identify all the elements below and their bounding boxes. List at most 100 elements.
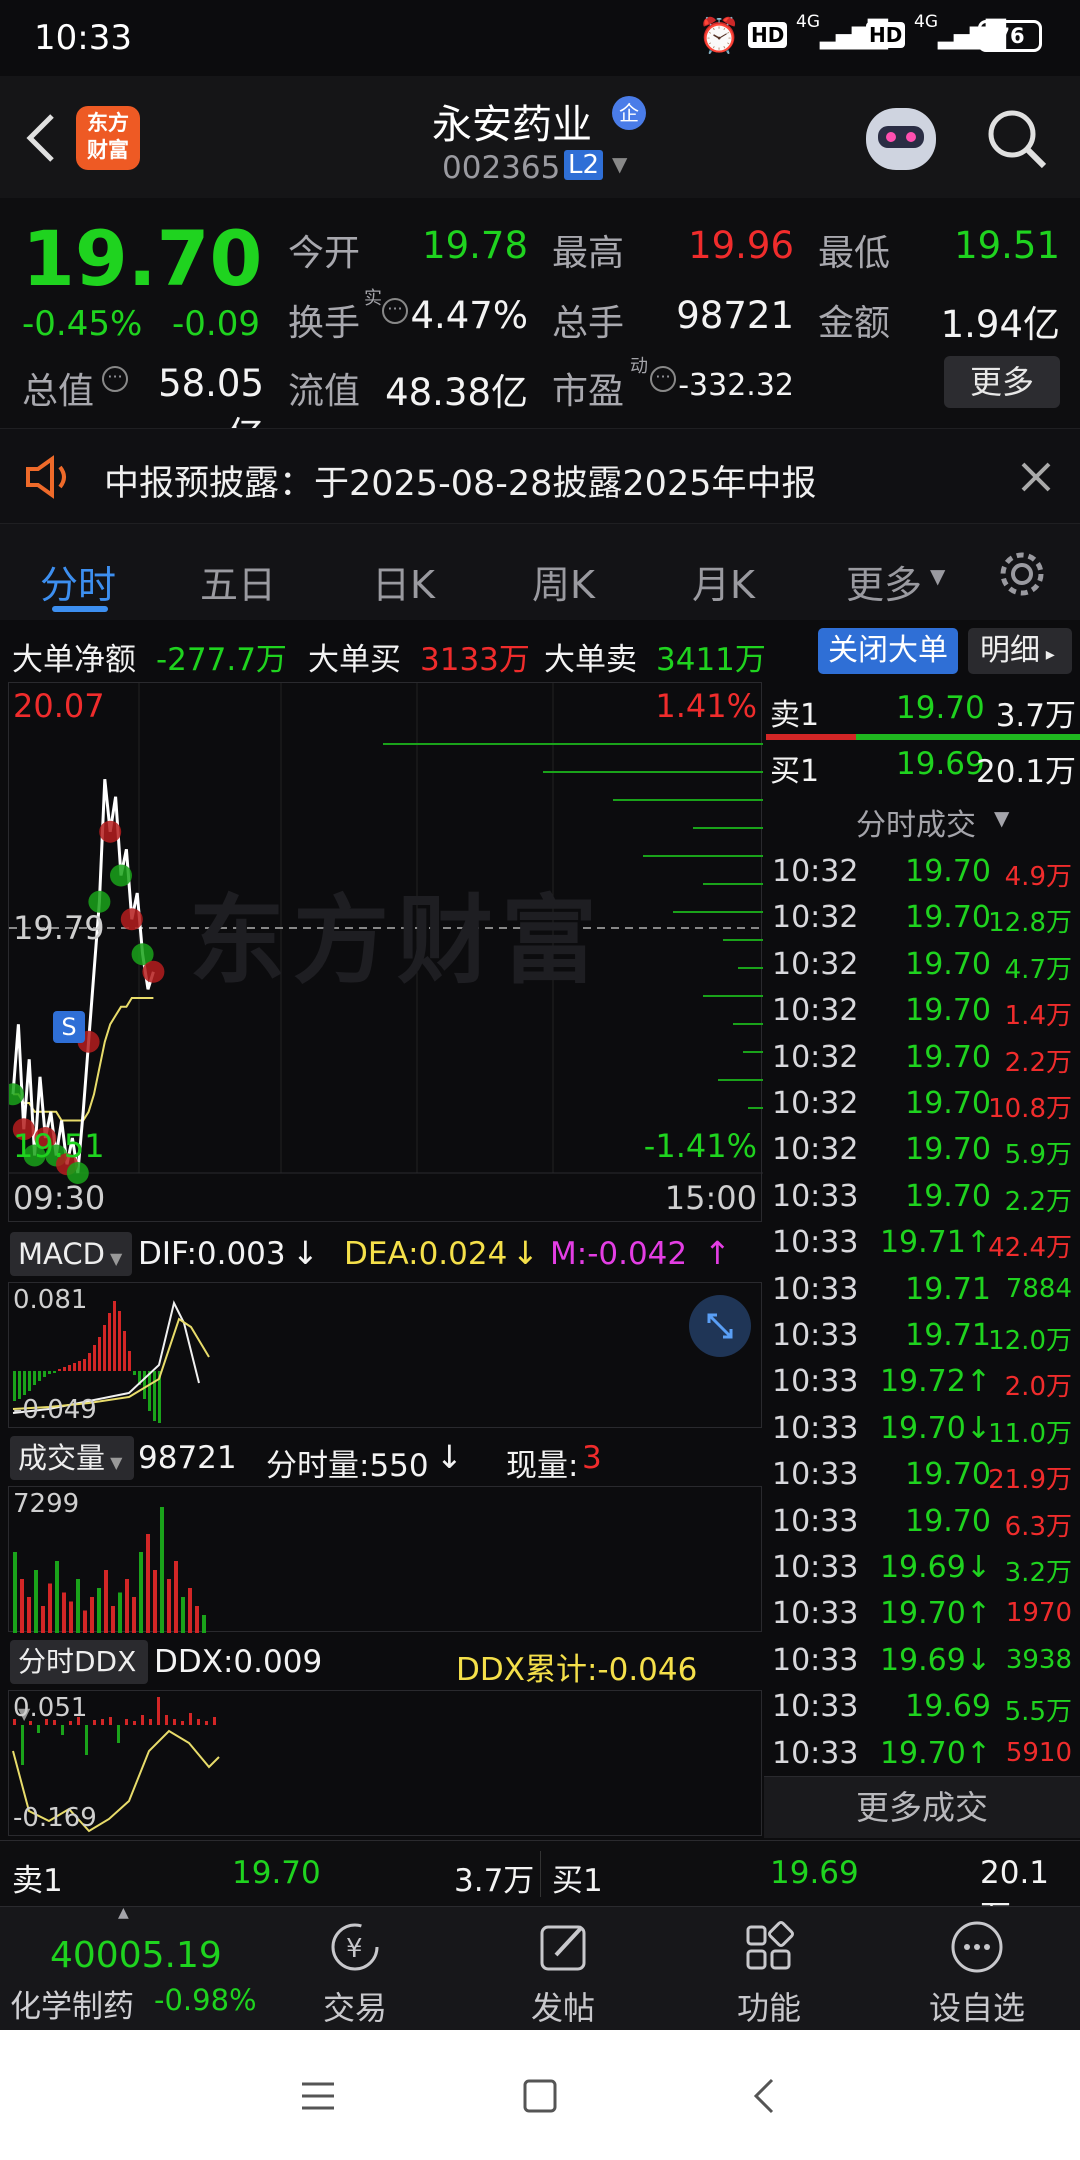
back-chevron-icon[interactable] [752,2076,776,2116]
battery-icon: 76 [978,20,1042,52]
function-button[interactable]: 功能 [694,1919,844,2029]
close-big-order-button[interactable]: 关闭大单 [818,628,958,674]
signal-marker[interactable]: S [53,1011,85,1043]
tick-time: 10:33 [772,1225,859,1261]
volume-chart[interactable]: 7299 [8,1486,762,1633]
volume-selector[interactable]: 成交量 ▼ [10,1436,134,1480]
tick-time: 10:33 [772,1689,859,1725]
macd-top: 0.081 [13,1285,88,1315]
tick-price: 19.71 [905,1318,991,1353]
volume-bar [104,1570,108,1633]
bottom-toolbar: ▲ 40005.19 化学制药 -0.98% ¥ 交易 发帖 功能 设自选 [0,1905,1080,2030]
info-icon-2[interactable]: ··· [102,366,128,392]
expand-icon[interactable] [689,1295,751,1357]
tick-time: 10:33 [772,1410,859,1446]
post-button[interactable]: 发帖 [488,1919,638,2029]
open-value: 19.78 [422,224,528,267]
ticks-header[interactable]: 分时成交 [856,800,976,844]
ddx-selector[interactable]: 分时DDX ▼ [10,1640,148,1723]
stock-name: 永安药业 [432,102,592,148]
close-icon[interactable] [1020,461,1052,493]
tick-volume: 11.0万 [988,1418,1072,1449]
trade-dot [99,820,122,843]
home-square-icon[interactable] [522,2078,558,2114]
tab-day-k[interactable]: 日K [372,554,435,609]
macd-bar [48,1371,51,1374]
tick-time: 10:33 [772,1735,859,1771]
buy-bar [856,734,1080,740]
tab-week-k[interactable]: 周K [532,554,595,609]
tab-more[interactable]: 更多 [846,554,922,609]
tick-time: 10:32 [772,1086,859,1121]
tick-row: 10:33 19.71 12.0万 [766,1312,1076,1358]
more-ticks-button[interactable]: 更多成交 [764,1776,1080,1838]
tick-time: 10:32 [772,1132,859,1168]
ddx-cumulative: DDX累计:-0.046 [456,1652,698,1688]
app-logo[interactable]: 东方 财富 [76,106,140,170]
detail-button[interactable]: 明细 ▸ [968,628,1072,674]
chart-top-pct: 1.41% [655,687,757,725]
network-4g-label: 4G [796,12,820,32]
more-button[interactable]: 更多 [944,356,1060,408]
ddx-chart[interactable]: 0.051 -0.169 [8,1690,762,1836]
tick-volume: 42.4万 [988,1233,1072,1264]
macd-bar [73,1363,76,1371]
macd-bar [78,1361,81,1371]
volume-bar [188,1588,192,1633]
volume-bar [125,1579,129,1633]
macd-header: MACD ▼ DIF:0.003 ↓ DEA:0.024 ↓ M:-0.042 … [0,1226,762,1282]
tab-month-k[interactable]: 月K [692,554,755,609]
sell1-price: 19.70 [896,690,985,726]
tick-price: 19.70 [905,1178,991,1214]
network-4g-label-2: 4G [914,12,938,32]
ddx-bar [213,1717,216,1725]
macd-bar [148,1371,151,1411]
trade-button[interactable]: ¥ 交易 [280,1919,430,2029]
tab-five-day[interactable]: 五日 [200,554,276,609]
macd-chart[interactable]: 0.081 -0.049 [8,1282,762,1428]
index-name[interactable]: 化学制药 [10,1981,134,2026]
notice-bar[interactable]: 中报预披露：于2025-08-28披露2025年中报 [0,428,1080,524]
macd-bar [83,1359,86,1371]
macd-bar [103,1325,106,1371]
volume-tick: 分时量:550 [266,1448,429,1484]
gear-icon[interactable] [996,548,1048,600]
tick-row: 10:33 19.71↑ 42.4万 [766,1219,1076,1265]
macd-selector[interactable]: MACD ▼ [10,1232,132,1276]
volume-bar [62,1592,66,1633]
depth-level-bar [673,911,763,913]
depth-level-bar [723,939,763,941]
menu-icon[interactable] [300,2080,336,2112]
bottom-buy1-price: 19.69 [770,1855,859,1891]
ddx-bar [165,1715,168,1725]
volume-bar [146,1534,150,1633]
tab-intraday[interactable]: 分时 [40,554,116,609]
add-watchlist-button[interactable]: 设自选 [902,1919,1052,2029]
post-label: 发帖 [530,1989,595,2027]
volume-bar [13,1552,17,1633]
level-badge[interactable]: L2 [564,150,604,180]
dropdown-icon[interactable]: ▼ [612,152,627,176]
bottom-sell1-label: 卖1 [12,1863,63,1899]
tick-price: 19.71↑ [879,1225,991,1261]
pe-sup: 动 [630,356,648,377]
tick-price: 19.69↓ [879,1642,991,1678]
tick-price: 19.70 [905,1132,991,1168]
alarm-icon: ⏰ [698,16,741,56]
macd-m: M:-0.042 [550,1236,688,1272]
period-tabs: 分时 五日 日K 周K 月K 更多 ▼ [0,524,1080,620]
tick-volume: 5.9万 [1004,1140,1072,1171]
search-icon[interactable] [986,108,1048,170]
index-value[interactable]: 40005.19 [50,1935,222,1976]
macd-dea: DEA:0.024 [344,1236,508,1272]
ddx-bar [101,1719,104,1725]
depth-level-bar [703,995,763,997]
back-icon[interactable] [20,110,60,166]
big-sell-value: 3411万 [656,642,766,678]
ddx-bar [141,1715,144,1725]
tick-time: 10:33 [772,1271,859,1307]
intraday-chart[interactable]: 东方财富 20.07 1.41% 19.79 19.51 -1.41% 09:3… [8,682,763,1222]
robot-avatar-icon[interactable] [866,108,936,170]
trade-label: 交易 [322,1989,387,2027]
tick-volume: 12.0万 [988,1326,1072,1356]
